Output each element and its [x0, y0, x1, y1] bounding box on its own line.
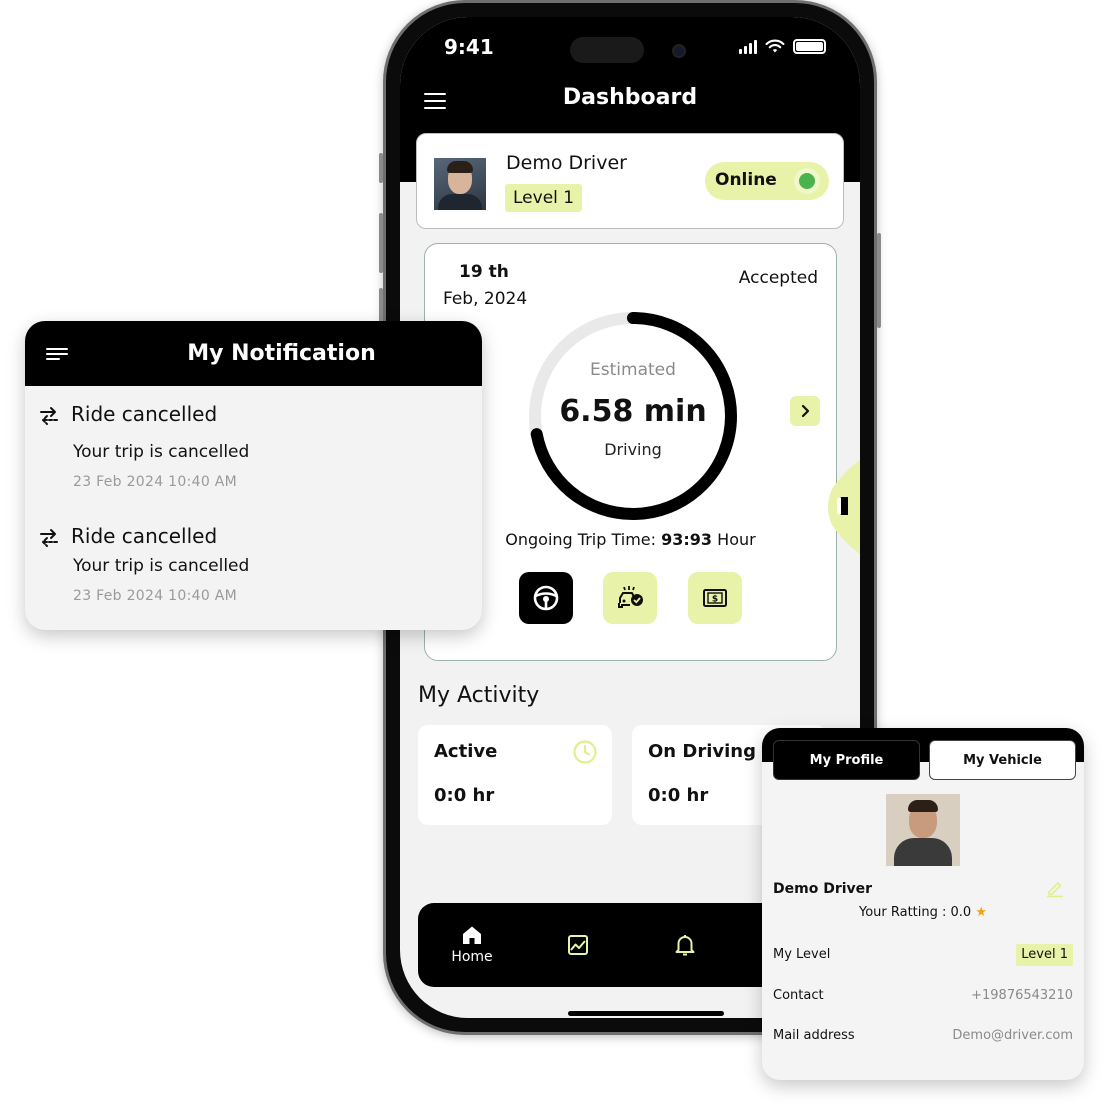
- gauge-bottom-label: Driving: [604, 440, 662, 459]
- swap-arrows-icon: [40, 407, 58, 425]
- notification-item-body: Your trip is cancelled: [73, 442, 250, 462]
- home-icon: [463, 926, 481, 944]
- row-value: Demo@driver.com: [952, 1028, 1073, 1043]
- level-badge: Level 1: [505, 184, 583, 212]
- avatar: [434, 158, 486, 210]
- profile-row-mail: Mail address Demo@driver.com: [773, 1025, 1073, 1047]
- edit-icon[interactable]: [1045, 878, 1065, 898]
- trip-date-day: 19 th: [459, 262, 509, 282]
- profile-row-level: My Level Level 1: [773, 944, 1073, 966]
- row-label: My Level: [773, 947, 831, 962]
- activity-card-active[interactable]: Active 0:0 hr: [418, 725, 612, 825]
- car-check-button[interactable]: [603, 572, 657, 624]
- activity-title: My Activity: [418, 683, 540, 708]
- row-label: Contact: [773, 988, 824, 1003]
- next-button[interactable]: [790, 396, 820, 426]
- tab-my-vehicle[interactable]: My Vehicle: [929, 740, 1076, 780]
- dynamic-island: [570, 37, 644, 63]
- avatar: [886, 794, 960, 866]
- online-toggle[interactable]: Online: [705, 162, 829, 200]
- steering-button[interactable]: [519, 572, 573, 624]
- nav-home-label: Home: [451, 949, 493, 965]
- activity-card-value: 0:0 hr: [648, 785, 709, 806]
- battery-icon: [793, 39, 826, 54]
- chevron-right-icon: [801, 404, 810, 418]
- trip-date-month: Feb, 2024: [443, 289, 528, 309]
- stage: 9:41 Dashboard Demo Driver Level 1 Onlin…: [0, 0, 1109, 1109]
- camera: [672, 44, 686, 58]
- page-title: Dashboard: [562, 85, 698, 110]
- wifi-icon: [765, 39, 785, 53]
- home-indicator: [568, 1011, 724, 1016]
- activity-card-title: On Driving: [648, 741, 756, 762]
- status-icons: [739, 39, 826, 54]
- rating-label: Your Ratting : 0.0: [858, 905, 972, 920]
- notification-header: My Notification: [25, 321, 482, 386]
- profile-rating: Your Ratting : 0.0 ★: [762, 905, 1084, 920]
- notification-item[interactable]: Ride cancelled Your trip is cancelled 23…: [25, 518, 482, 628]
- profile-card: My Profile My Vehicle Demo Driver Your R…: [762, 728, 1084, 1080]
- nav-stats[interactable]: [563, 903, 593, 987]
- notification-title: My Notification: [187, 341, 376, 366]
- profile-name: Demo Driver: [773, 881, 873, 897]
- gauge-value: 6.58 min: [559, 394, 707, 429]
- star-icon: ★: [975, 905, 987, 920]
- notification-card: My Notification Ride cancelled Your trip…: [25, 321, 482, 630]
- signal-icon: [739, 39, 757, 54]
- profile-row-contact: Contact +19876543210: [773, 985, 1073, 1007]
- money-icon: $: [703, 589, 727, 607]
- status-time: 9:41: [444, 35, 494, 59]
- activity-card-title: Active: [434, 741, 498, 762]
- ongoing-label: Ongoing Trip Time:: [505, 530, 657, 549]
- nav-notifications[interactable]: [670, 903, 700, 987]
- driver-card: Demo Driver Level 1 Online: [416, 133, 844, 229]
- svg-text:$: $: [712, 595, 718, 605]
- online-indicator: [794, 168, 820, 194]
- phone-power-button: [877, 233, 881, 328]
- level-badge: Level 1: [1016, 944, 1073, 966]
- side-drawer-handle[interactable]: [824, 457, 860, 557]
- notification-item[interactable]: Ride cancelled Your trip is cancelled 23…: [25, 396, 482, 506]
- notification-item-date: 23 Feb 2024 10:40 AM: [73, 474, 238, 490]
- nav-home[interactable]: Home: [448, 903, 496, 987]
- trip-card: 19 th Feb, 2024 Accepted Estimated 6.58 …: [424, 243, 837, 661]
- trip-status: Accepted: [738, 268, 818, 288]
- ongoing-value: 93:93: [661, 530, 713, 549]
- bell-icon: [675, 935, 695, 956]
- online-label: Online: [715, 170, 777, 190]
- car-check-icon: [618, 586, 643, 608]
- driver-name: Demo Driver: [506, 152, 627, 174]
- chart-icon: [568, 935, 588, 955]
- activity-card-value: 0:0 hr: [434, 785, 495, 806]
- steering-wheel-icon: [533, 585, 559, 611]
- row-label: Mail address: [773, 1028, 855, 1043]
- ongoing-unit: Hour: [717, 530, 756, 549]
- ongoing-trip-time: Ongoing Trip Time: 93:93 Hour: [425, 530, 836, 549]
- earnings-button[interactable]: $: [688, 572, 742, 624]
- notification-item-body: Your trip is cancelled: [73, 556, 250, 576]
- phone-volume-up: [379, 213, 383, 273]
- gauge-top-label: Estimated: [590, 360, 676, 380]
- swap-arrows-icon: [40, 529, 58, 547]
- notification-item-title: Ride cancelled: [71, 524, 218, 548]
- clock-icon: [573, 740, 597, 764]
- notification-item-date: 23 Feb 2024 10:40 AM: [73, 588, 238, 604]
- phone-silent-switch: [379, 153, 383, 183]
- notification-item-title: Ride cancelled: [71, 402, 218, 426]
- row-value: +19876543210: [971, 988, 1073, 1003]
- tab-my-profile[interactable]: My Profile: [773, 740, 920, 780]
